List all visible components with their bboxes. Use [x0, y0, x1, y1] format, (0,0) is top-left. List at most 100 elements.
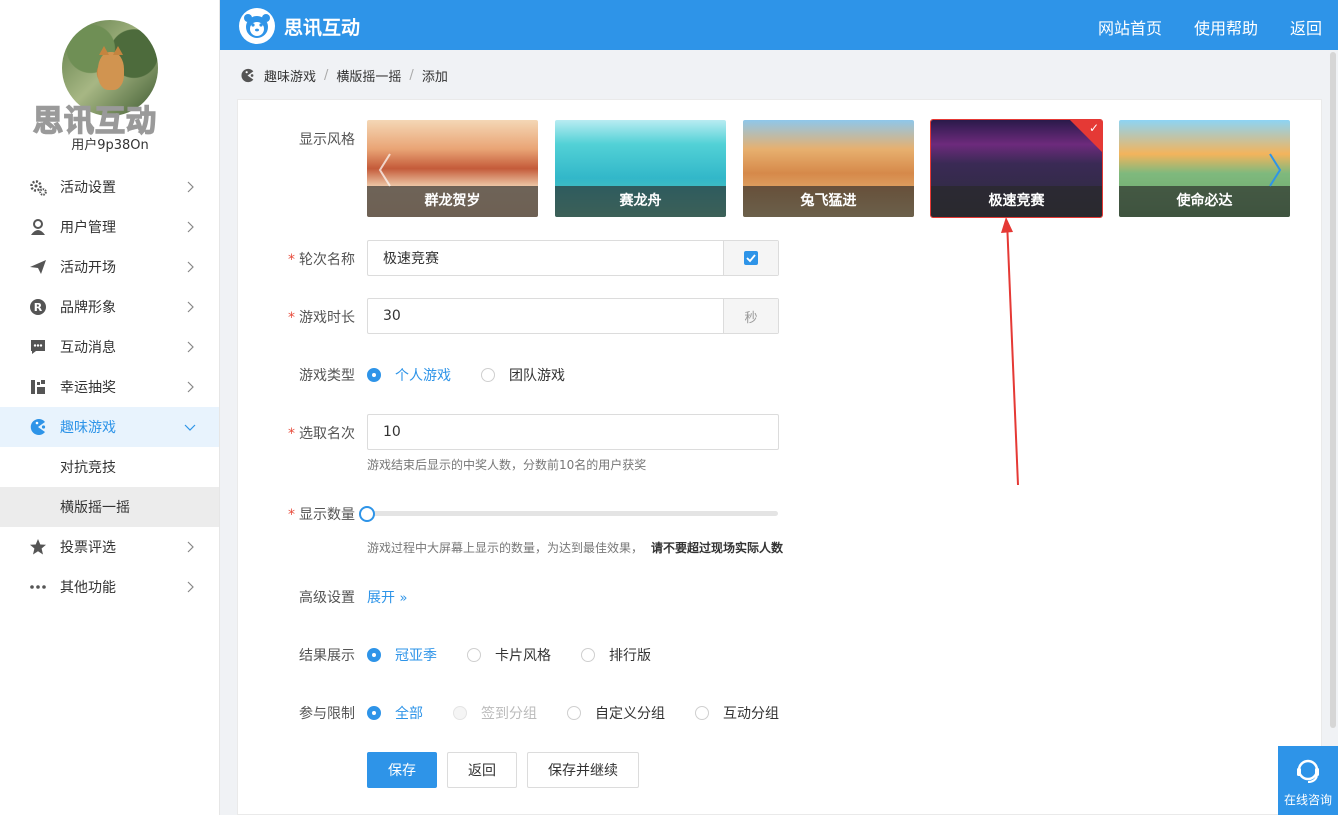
- radio-podium[interactable]: 冠亚季: [367, 645, 437, 665]
- radio-signin-group: 签到分组: [453, 703, 537, 723]
- chat-icon: [28, 337, 48, 357]
- advanced-label: 高级设置: [299, 590, 355, 606]
- round-name-input[interactable]: [368, 241, 723, 275]
- breadcrumb-item[interactable]: 趣味游戏: [264, 66, 316, 85]
- sidebar-item-user-management[interactable]: 用户管理: [0, 207, 219, 247]
- headset-icon: [1297, 759, 1319, 783]
- more-icon: [28, 577, 48, 597]
- sidebar-item-label: 趣味游戏: [60, 420, 116, 436]
- round-name-field: [367, 240, 779, 276]
- sidebar-item-lucky-draw[interactable]: 幸运抽奖: [0, 367, 219, 407]
- sidebar-item-label: 用户管理: [60, 220, 116, 236]
- nav-help-link[interactable]: 使用帮助: [1194, 15, 1258, 39]
- style-card-speed-race[interactable]: 极速竞赛 ✓: [930, 119, 1103, 218]
- breadcrumb: 趣味游戏 / 横版摇一摇 / 添加: [240, 66, 448, 85]
- chevron-right-icon: [187, 581, 194, 593]
- svg-text:R: R: [34, 301, 43, 314]
- registered-icon: R: [28, 297, 48, 317]
- header-nav: 网站首页 使用帮助 返回: [1098, 15, 1322, 39]
- chevron-right-icon: [187, 261, 194, 273]
- gamepad-icon: [28, 417, 48, 437]
- sidebar-item-label: 其他功能: [60, 580, 116, 596]
- gamepad-icon: [240, 68, 255, 83]
- save-continue-button[interactable]: 保存并继续: [527, 752, 639, 788]
- style-card-caption: 极速竞赛: [931, 186, 1102, 217]
- winners-field: [367, 414, 779, 450]
- lottery-icon: [28, 377, 48, 397]
- double-chevron-right-icon: »: [399, 591, 408, 606]
- user-icon: [28, 217, 48, 237]
- style-carousel: 群龙贺岁 赛龙舟 兔飞猛进 极速竞赛 ✓ 使命必达: [367, 119, 1291, 218]
- display-count-label: * 显示数量: [288, 507, 355, 523]
- radio-team-game[interactable]: 团队游戏: [481, 365, 565, 385]
- style-card-dragon-boat[interactable]: 赛龙舟: [555, 120, 726, 217]
- page-scrollbar[interactable]: [1330, 52, 1336, 728]
- result-label: 结果展示: [299, 648, 355, 664]
- annotation-arrow: [1001, 217, 1019, 486]
- sidebar-item-voting[interactable]: 投票评选: [0, 527, 219, 567]
- sidebar-item-label: 活动开场: [60, 260, 116, 276]
- bear-logo-icon[interactable]: [239, 8, 275, 44]
- carousel-prev-icon[interactable]: [375, 150, 395, 190]
- sidebar-item-label: 活动设置: [60, 180, 116, 196]
- sidebar-item-interactive-messages[interactable]: 互动消息: [0, 327, 219, 367]
- nav-back-link[interactable]: 返回: [1290, 15, 1322, 39]
- nav-home-link[interactable]: 网站首页: [1098, 15, 1162, 39]
- chevron-right-icon: [187, 301, 194, 313]
- back-button[interactable]: 返回: [447, 752, 517, 788]
- paper-plane-icon: [28, 257, 48, 277]
- limit-label: 参与限制: [299, 706, 355, 722]
- sidebar-item-fun-games[interactable]: 趣味游戏: [0, 407, 219, 447]
- save-button[interactable]: 保存: [367, 752, 437, 788]
- chevron-right-icon: [187, 221, 194, 233]
- limit-radios: 全部 签到分组 自定义分组 互动分组: [367, 703, 779, 723]
- winners-label: * 选取名次: [288, 426, 355, 442]
- radio-card-style[interactable]: 卡片风格: [467, 645, 551, 665]
- chevron-right-icon: [187, 381, 194, 393]
- duration-unit: 秒: [723, 299, 778, 333]
- sidebar-item-label: 互动消息: [60, 340, 116, 356]
- radio-ranking[interactable]: 排行版: [581, 645, 651, 665]
- result-radios: 冠亚季 卡片风格 排行版: [367, 645, 651, 665]
- display-count-slider-thumb[interactable]: [359, 506, 375, 522]
- chevron-right-icon: [187, 541, 194, 553]
- radio-interactive-group[interactable]: 互动分组: [695, 703, 779, 723]
- duration-field: 秒: [367, 298, 779, 334]
- breadcrumb-separator: /: [409, 68, 414, 83]
- style-card-rabbit-race[interactable]: 兔飞猛进: [743, 120, 914, 217]
- sidebar-item-other-functions[interactable]: 其他功能: [0, 567, 219, 607]
- radio-custom-group[interactable]: 自定义分组: [567, 703, 665, 723]
- online-consult-button[interactable]: 在线咨询: [1278, 746, 1338, 815]
- style-card-caption: 使命必达: [1119, 186, 1290, 217]
- style-card-caption: 兔飞猛进: [743, 186, 914, 217]
- style-card-caption: 赛龙舟: [555, 186, 726, 217]
- advanced-expand-link[interactable]: 展开 »: [367, 587, 407, 607]
- style-label: 显示风格: [299, 132, 355, 148]
- winners-hint: 游戏结束后显示的中奖人数，分数前10名的用户获奖: [367, 458, 647, 472]
- checkbox-checked-icon: [744, 251, 758, 265]
- game-type-radios: 个人游戏 团队游戏: [367, 365, 565, 385]
- sidebar-subitem-horizontal-shake[interactable]: 横版摇一摇: [0, 487, 219, 527]
- sidebar-item-label: 品牌形象: [60, 300, 116, 316]
- chevron-right-icon: [187, 181, 194, 193]
- radio-all[interactable]: 全部: [367, 703, 423, 723]
- sidebar-item-brand-image[interactable]: R 品牌形象: [0, 287, 219, 327]
- breadcrumb-current: 添加: [421, 70, 448, 85]
- sidebar-menu: 活动设置 用户管理 活动开场 R 品牌形象 互动消息 幸运抽奖 趣味游戏 对抗竞…: [0, 167, 219, 607]
- check-icon: ✓: [1088, 121, 1099, 135]
- carousel-next-icon[interactable]: [1265, 150, 1285, 190]
- sidebar-item-activity-opening[interactable]: 活动开场: [0, 247, 219, 287]
- duration-label: * 游戏时长: [288, 310, 355, 326]
- breadcrumb-item[interactable]: 横版摇一摇: [336, 66, 401, 85]
- gears-icon: [28, 177, 48, 197]
- sidebar-subitem-versus[interactable]: 对抗竞技: [0, 447, 219, 487]
- top-header: 思讯互动 网站首页 使用帮助 返回: [220, 0, 1338, 50]
- app-title: 思讯互动: [284, 17, 361, 39]
- winners-input[interactable]: [368, 415, 778, 449]
- sidebar-item-activity-settings[interactable]: 活动设置: [0, 167, 219, 207]
- chevron-down-icon: [184, 424, 196, 431]
- duration-input[interactable]: [368, 299, 723, 333]
- display-count-slider-track[interactable]: [367, 511, 778, 516]
- round-name-checkbox[interactable]: [723, 241, 778, 275]
- radio-individual-game[interactable]: 个人游戏: [367, 365, 451, 385]
